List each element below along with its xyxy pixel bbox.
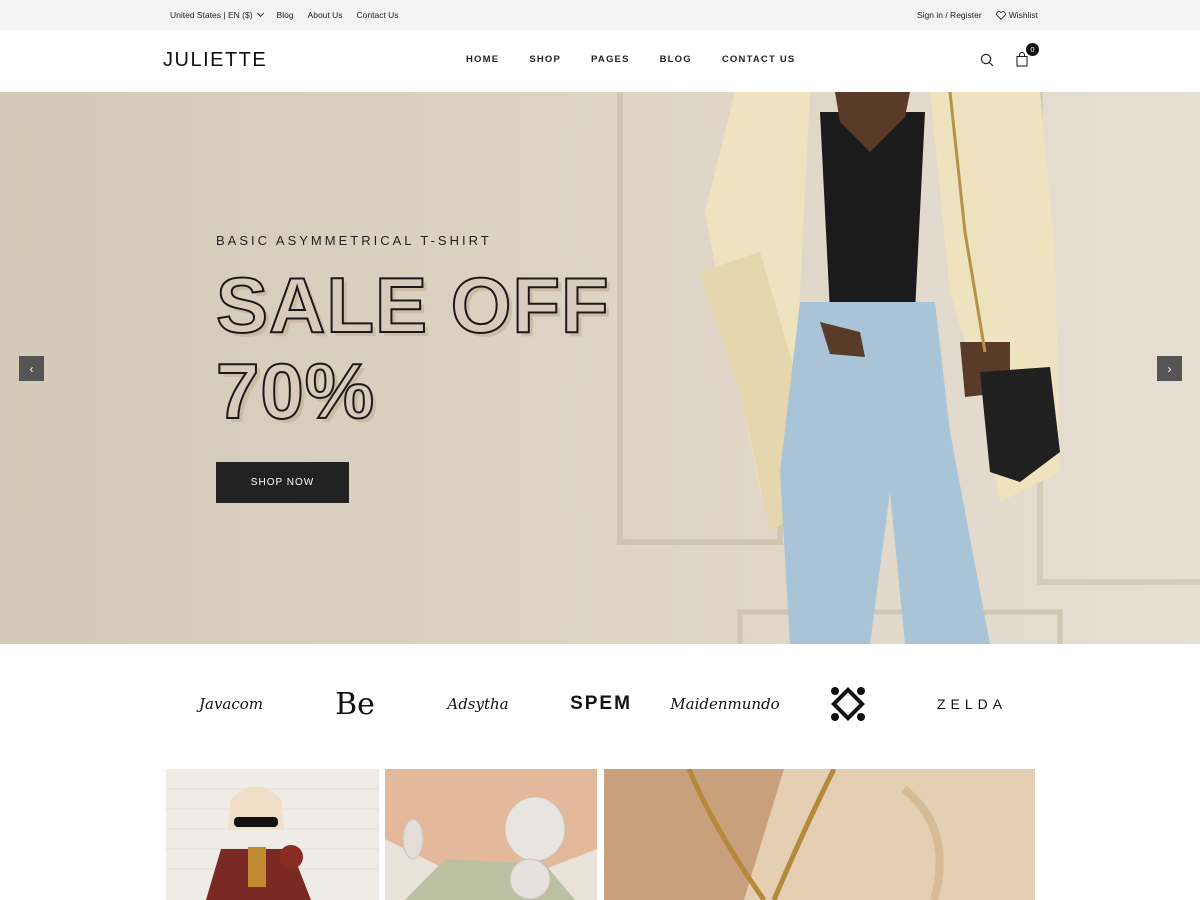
chevron-right-icon: ›: [1167, 361, 1172, 376]
main-nav: HOME SHOP PAGES BLOG CONTACT US: [466, 54, 825, 65]
brand-logo-maidenmundo[interactable]: Maidenmundo: [670, 684, 779, 724]
cart-button[interactable]: 0: [1016, 43, 1039, 68]
brand-logo-zelda[interactable]: ZELDA: [926, 684, 1018, 724]
promo-image-necklace[interactable]: [604, 769, 1035, 900]
main-header: JULIETTE HOME SHOP PAGES BLOG CONTACT US…: [0, 30, 1200, 92]
chevron-left-icon: ‹: [29, 361, 34, 376]
nav-item-home[interactable]: HOME: [466, 54, 499, 65]
topbar-link-about[interactable]: About Us: [308, 10, 343, 20]
slider-prev-button[interactable]: ‹: [19, 356, 44, 381]
nav-item-shop[interactable]: SHOP: [529, 54, 561, 65]
geometric-brand-icon: [831, 687, 865, 721]
hero-slider: BASIC ASYMMETRICAL T-SHIRT SALE OFF 70% …: [0, 92, 1200, 644]
brand-logo-be[interactable]: Be: [330, 684, 380, 724]
hero-headline-line1: SALE OFF: [215, 261, 610, 349]
wishlist-link[interactable]: Wishlist: [995, 10, 1038, 20]
shop-now-button[interactable]: SHOP NOW: [216, 462, 349, 503]
brand-logo-spem[interactable]: SPEM: [556, 684, 646, 724]
brand-logo-adsytha[interactable]: Adsytha: [447, 684, 508, 724]
site-logo[interactable]: JULIETTE: [163, 49, 267, 72]
wishlist-label: Wishlist: [1008, 10, 1038, 20]
nav-item-contact[interactable]: CONTACT US: [722, 54, 796, 65]
hero-headline: SALE OFF 70%: [215, 261, 610, 435]
sign-in-register-link[interactable]: Sign in / Register: [917, 10, 982, 20]
top-bar-left: United States | EN ($) Blog About Us Con…: [170, 0, 399, 30]
heart-icon: [995, 10, 1006, 20]
search-icon[interactable]: [980, 53, 994, 67]
promo-photo: [604, 769, 1035, 900]
shopping-bag-icon: [1016, 51, 1028, 67]
nav-item-blog[interactable]: BLOG: [660, 54, 692, 65]
topbar-link-contact[interactable]: Contact Us: [357, 10, 399, 20]
slider-next-button[interactable]: ›: [1157, 356, 1182, 381]
brand-logo-javacom[interactable]: Javacom: [186, 684, 276, 724]
nav-item-pages[interactable]: PAGES: [591, 54, 630, 65]
promo-image-sunglasses[interactable]: [166, 769, 379, 900]
brand-logo-geometric[interactable]: [828, 684, 868, 724]
header-icons: 0: [980, 43, 1039, 68]
topbar-link-blog[interactable]: Blog: [277, 10, 294, 20]
chevron-down-icon: [256, 9, 264, 18]
locale-selector[interactable]: United States | EN ($): [170, 9, 264, 20]
top-bar-right: Sign in / Register Wishlist: [917, 0, 1038, 30]
cart-count-badge: 0: [1026, 43, 1039, 56]
promo-photo: [385, 769, 597, 900]
hero-headline-line2: 70%: [215, 347, 376, 435]
locale-label: United States | EN ($): [170, 10, 253, 20]
hero-subtitle: BASIC ASYMMETRICAL T-SHIRT: [216, 233, 492, 248]
brand-logos: Javacom Be Adsytha SPEM Maidenmundo ZELD…: [0, 644, 1200, 769]
promo-photo: [166, 769, 379, 900]
promo-image-earrings[interactable]: [385, 769, 597, 900]
top-bar: United States | EN ($) Blog About Us Con…: [0, 0, 1200, 30]
